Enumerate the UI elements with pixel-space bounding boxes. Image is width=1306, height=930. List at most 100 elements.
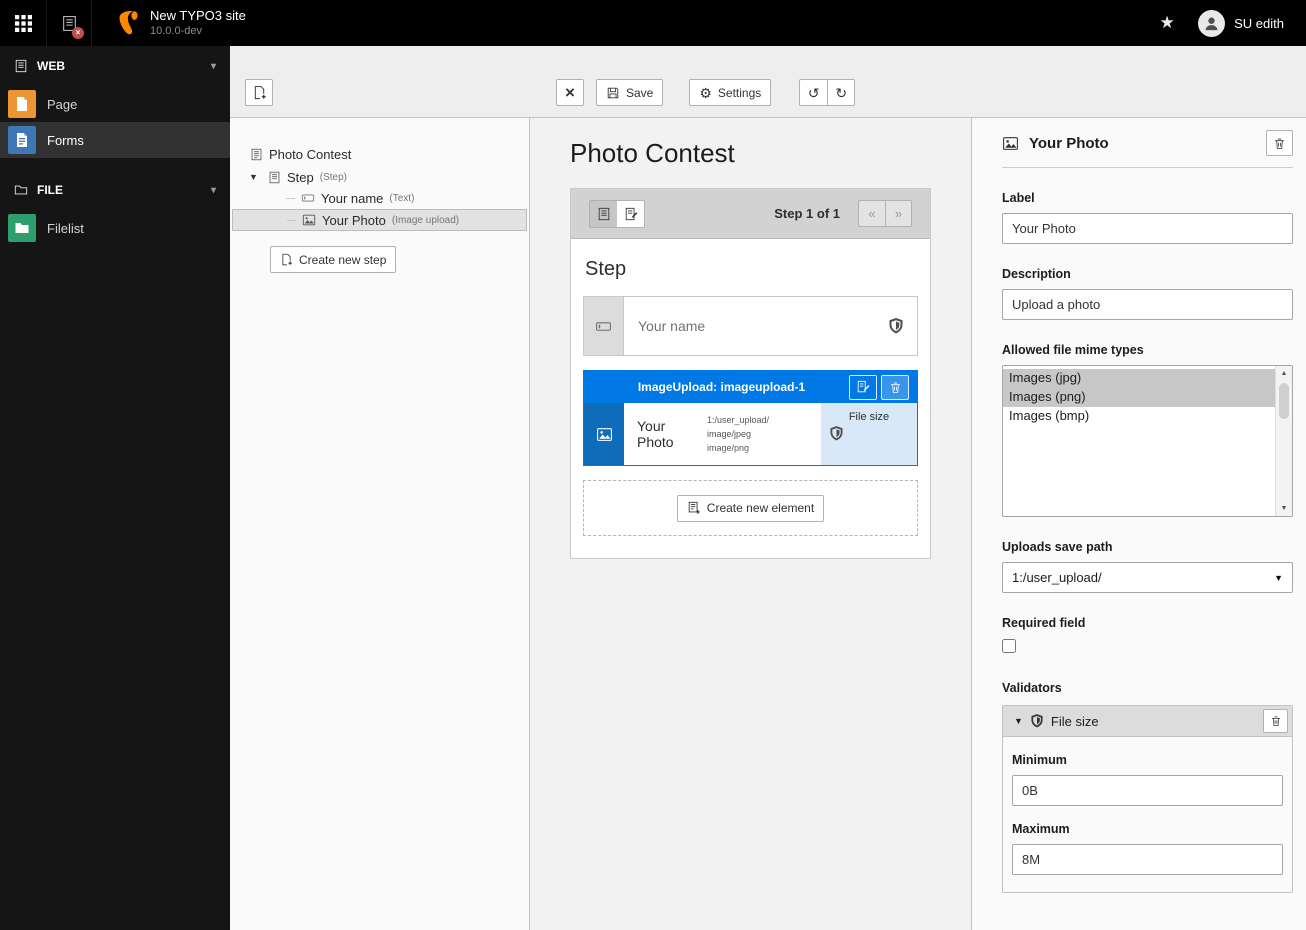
pagetree-toggle-button[interactable]: ×	[46, 0, 92, 46]
stage-view-button[interactable]	[617, 200, 644, 227]
avatar	[1198, 9, 1226, 37]
save-path-value: 1:/user_upload/	[1012, 570, 1102, 585]
edit-element-button[interactable]	[849, 374, 877, 400]
tree-item-your-photo[interactable]: Your Photo (Image upload)	[232, 209, 527, 231]
mime-option-png[interactable]: Images (png)	[1003, 388, 1275, 407]
form-element-imageupload-selected[interactable]: ImageUpload: imageupload-1 Your Photo 1:…	[583, 370, 918, 466]
sidebar-item-filelist[interactable]: Filelist	[0, 210, 230, 246]
form-element-your-name[interactable]: Your name	[583, 296, 918, 356]
scroll-down-icon[interactable]: ▼	[1276, 505, 1292, 512]
stage-card: Step 1 of 1 « » Step Your name ImageUplo…	[570, 188, 931, 559]
element-label: Your Photo	[637, 418, 674, 450]
redo-button[interactable]: ↻	[827, 79, 856, 106]
delete-element-button[interactable]	[881, 374, 909, 400]
delete-element-button[interactable]	[1266, 130, 1293, 156]
typo3-logo-icon	[118, 10, 139, 36]
apps-grid-icon	[14, 14, 32, 32]
label-input[interactable]	[1002, 213, 1293, 244]
sidebar-section-file[interactable]: FILE ▾	[0, 170, 230, 210]
remove-validator-button[interactable]	[1263, 709, 1288, 733]
selected-element-header: ImageUpload: imageupload-1	[584, 371, 917, 403]
forms-module-label: Forms	[47, 132, 84, 148]
save-button[interactable]: Save	[596, 79, 664, 106]
uploads-save-path-select[interactable]: 1:/user_upload/ ▼	[1002, 562, 1293, 593]
element-icon-cell	[584, 403, 624, 465]
filelist-module-label: Filelist	[47, 220, 84, 236]
minimum-input[interactable]	[1012, 775, 1283, 806]
tree-item-root[interactable]: Photo Contest	[230, 144, 529, 164]
close-icon: ×	[565, 83, 575, 102]
topbar-right: ★ SU edith	[1144, 0, 1306, 46]
previous-step-button[interactable]: «	[858, 200, 885, 227]
close-button[interactable]: ×	[556, 79, 584, 106]
label-field-label: Label	[1002, 191, 1035, 205]
validator-header[interactable]: ▼ File size	[1003, 706, 1292, 737]
description-input[interactable]	[1002, 289, 1293, 320]
mime-option-bmp[interactable]: Images (bmp)	[1003, 407, 1275, 426]
element-details: 1:/user_upload/ image/jpeg image/png	[707, 403, 821, 465]
stage-panel: Photo Contest Step 1 of 1 « » Step Your …	[530, 118, 972, 930]
new-document-icon	[252, 85, 267, 100]
tree-collapse-caret-icon[interactable]: ▼	[249, 172, 262, 182]
abstract-view-button[interactable]	[590, 200, 617, 227]
tree-photo-type: (Image upload)	[391, 214, 460, 226]
scrollbar-thumb[interactable]	[1279, 383, 1289, 419]
tree-step-type: (Step)	[319, 171, 347, 183]
trash-icon	[1273, 137, 1286, 150]
settings-button[interactable]: ⚙ Settings	[689, 79, 772, 106]
tree-name-label: Your name	[321, 190, 384, 206]
image-upload-icon	[302, 213, 316, 227]
sidebar-item-forms[interactable]: Forms	[0, 122, 230, 158]
typo3-backend: × New TYPO3 site 10.0.0-dev ★ SU edith W…	[0, 0, 1306, 930]
tree-line	[286, 197, 295, 199]
validators-section-label: Validators	[1002, 681, 1062, 695]
create-new-step-button[interactable]: Create new step	[270, 246, 397, 273]
multiselect-scrollbar[interactable]: ▲ ▼	[1275, 366, 1292, 516]
web-section-label: WEB	[37, 59, 65, 73]
module-sidebar: WEB ▾ Page Forms FILE ▾ Filelist	[0, 46, 230, 930]
save-icon	[606, 86, 620, 100]
tree-name-type: (Text)	[389, 192, 415, 204]
required-field-checkbox[interactable]	[1002, 639, 1016, 653]
required-field-label: Required field	[1002, 616, 1086, 630]
page-module-label: Page	[47, 96, 78, 112]
user-menu-button[interactable]: SU edith	[1190, 0, 1306, 46]
file-size-badge: File size	[848, 411, 890, 423]
new-form-button[interactable]	[245, 79, 273, 106]
create-new-step-label: Create new step	[299, 252, 387, 267]
scroll-up-icon[interactable]: ▲	[1276, 370, 1292, 377]
create-element-dropzone: Create new element	[583, 480, 918, 536]
next-step-button[interactable]: »	[885, 200, 912, 227]
sidebar-section-web[interactable]: WEB ▾	[0, 46, 230, 86]
tree-item-your-name[interactable]: Your name (Text)	[230, 188, 529, 208]
mime-option-jpg[interactable]: Images (jpg)	[1003, 369, 1275, 388]
tree-item-step[interactable]: ▼ Step (Step)	[230, 167, 529, 187]
site-info[interactable]: New TYPO3 site 10.0.0-dev	[92, 0, 262, 46]
validator-badge-cell: File size	[821, 403, 917, 465]
selected-element-title: ImageUpload: imageupload-1	[637, 380, 806, 394]
forms-module-icon	[8, 126, 36, 154]
topbar-left: × New TYPO3 site 10.0.0-dev	[0, 0, 262, 46]
tree-line	[287, 219, 296, 221]
detail-mime-jpeg: image/jpeg	[707, 429, 752, 439]
modules-menu-button[interactable]	[0, 0, 46, 46]
undo-button[interactable]: ↺	[799, 79, 828, 106]
maximum-input[interactable]	[1012, 844, 1283, 875]
step-icon	[268, 171, 281, 184]
gear-icon: ⚙	[699, 84, 712, 101]
history-buttons: ↺ ↻	[799, 79, 856, 106]
docheader: × Save ⚙ Settings ↺ ↻	[230, 46, 1306, 118]
stage-header: Step 1 of 1 « »	[571, 189, 930, 239]
mime-types-multiselect[interactable]: Images (jpg) Images (png) Images (bmp) ▲…	[1002, 365, 1293, 517]
structure-tree-panel: Photo Contest ▼ Step (Step) Your name (T…	[230, 118, 530, 930]
bookmark-button[interactable]: ★	[1144, 0, 1190, 46]
selected-element-body: Your Photo 1:/user_upload/ image/jpeg im…	[584, 403, 917, 465]
undo-icon: ↺	[807, 84, 820, 101]
inspector-header: Your Photo	[1002, 130, 1293, 168]
stage-body: Step Your name ImageUpload: imageupload-…	[571, 239, 930, 558]
step-pager: « »	[858, 200, 912, 227]
image-upload-icon	[1002, 135, 1019, 152]
save-label: Save	[626, 85, 654, 100]
create-new-element-button[interactable]: Create new element	[676, 494, 825, 522]
sidebar-item-page[interactable]: Page	[0, 86, 230, 122]
